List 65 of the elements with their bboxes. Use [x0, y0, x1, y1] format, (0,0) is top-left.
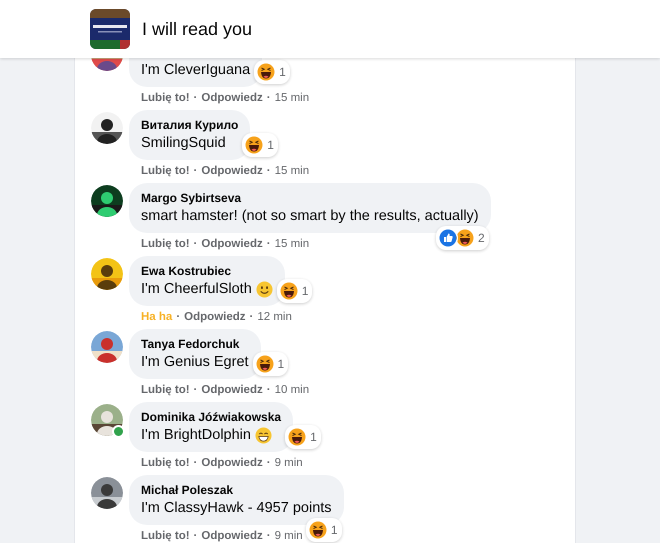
author-name[interactable]: Michał Poleszak [141, 482, 332, 498]
reaction-summary[interactable]: 1 [306, 518, 342, 542]
like-link[interactable]: Lubię to! [141, 382, 190, 398]
smiling-face-icon [256, 280, 273, 298]
separator-dot: · [266, 529, 271, 543]
laughing-face-icon [254, 354, 275, 374]
laughing-face-icon [278, 281, 299, 301]
separator-dot: · [266, 456, 271, 471]
separator-dot: · [194, 164, 198, 179]
separator-dot: · [176, 310, 180, 325]
reply-link[interactable]: Odpowiedz [201, 382, 263, 398]
reply-link[interactable]: Odpowiedz [201, 528, 263, 543]
comment-time[interactable]: 9 min [274, 528, 303, 543]
laughing-face-icon [244, 135, 264, 155]
thumbs-up-icon [438, 228, 458, 248]
author-name[interactable]: Ewa Kostrubiec [141, 263, 273, 279]
comment-time[interactable]: 9 min [274, 455, 303, 471]
page-title: I will read you [142, 18, 252, 40]
comment-text: I'm BrightDolphin [141, 426, 251, 445]
laughing-face-icon [256, 62, 276, 82]
separator-dot: · [250, 310, 254, 325]
separator-dot: · [266, 237, 271, 252]
like-link[interactable]: Lubię to! [141, 90, 190, 106]
comment-text: I'm ClassyHawk - 4957 points [141, 499, 332, 518]
reply-link[interactable]: Odpowiedz [201, 455, 263, 471]
like-link[interactable]: Lubię to! [141, 455, 190, 471]
comment-text: smart hamster! (not so smart by the results, actually) [141, 207, 479, 226]
comment-text: I'm CleverIguana [141, 61, 250, 80]
author-name[interactable]: Margo Sybirtseva [141, 190, 479, 206]
reply-link[interactable]: Odpowiedz [201, 236, 263, 252]
like-link[interactable]: Lubię to! [141, 236, 190, 252]
separator-dot: · [266, 164, 271, 179]
author-name[interactable]: Виталия Курило [141, 117, 238, 133]
grinning-face-icon [254, 426, 272, 444]
comment-time[interactable]: 15 min [274, 236, 310, 252]
laughing-face-icon [287, 427, 308, 447]
comment-time[interactable]: 15 min [274, 90, 310, 106]
separator-dot: · [194, 383, 198, 398]
comment-text: SmilingSquid [141, 134, 226, 153]
reaction-summary[interactable]: 1 [254, 60, 290, 84]
separator-dot: · [194, 237, 198, 252]
reaction-summary[interactable]: 2 [436, 226, 489, 250]
reply-link[interactable]: Odpowiedz [184, 309, 246, 325]
laughing-face-icon [454, 228, 475, 248]
reply-link[interactable]: Odpowiedz [201, 90, 263, 106]
author-name[interactable]: Dominika Jóźwiakowska [141, 409, 282, 425]
separator-dot: · [194, 529, 198, 543]
comment-time[interactable]: 15 min [274, 163, 310, 179]
reply-link[interactable]: Odpowiedz [201, 163, 263, 179]
comment-time[interactable]: 10 min [274, 382, 310, 398]
separator-dot: · [194, 91, 198, 106]
separator-dot: · [266, 91, 271, 106]
reaction-summary[interactable]: 1 [276, 279, 312, 303]
separator-dot: · [266, 383, 271, 398]
author-name[interactable]: Tanya Fedorchuk [141, 336, 249, 352]
comment-text: I'm CheerfulSloth [141, 280, 252, 299]
comment-time[interactable]: 12 min [257, 309, 292, 325]
like-link[interactable]: Lubię to! [141, 528, 190, 543]
like-link[interactable]: Lubię to! [141, 163, 190, 179]
laughing-face-icon [308, 520, 328, 540]
separator-dot: · [194, 456, 198, 471]
reaction-summary[interactable]: 1 [242, 133, 278, 157]
reaction-summary[interactable]: 1 [252, 352, 288, 376]
comment-text: I'm Genius Egret [141, 353, 249, 372]
reaction-summary[interactable]: 1 [285, 425, 321, 449]
